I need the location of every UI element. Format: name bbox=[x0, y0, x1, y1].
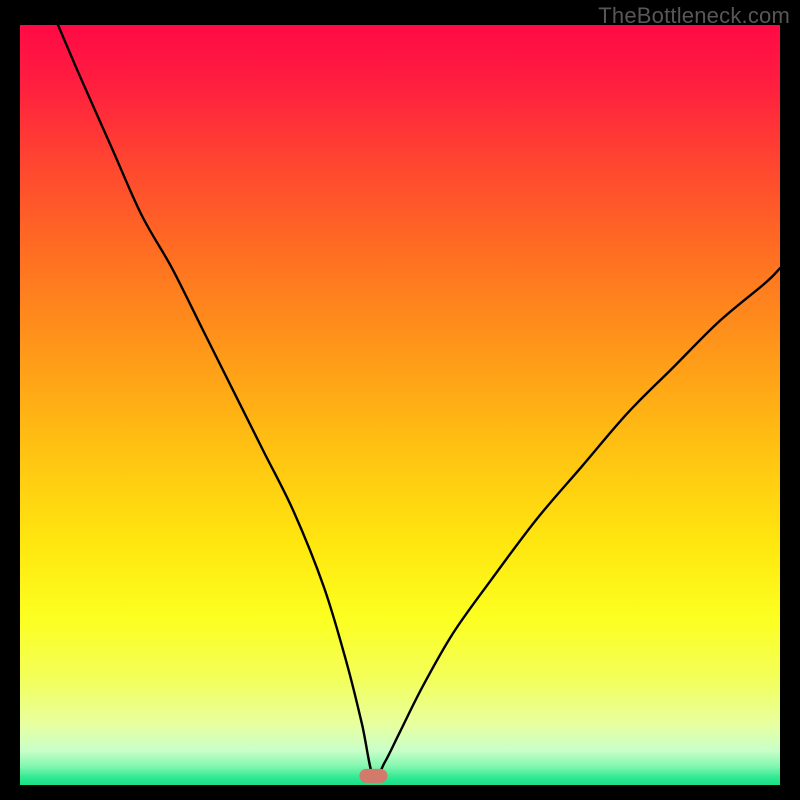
bottleneck-chart bbox=[0, 0, 800, 800]
watermark-label: TheBottleneck.com bbox=[598, 3, 790, 29]
chart-frame: { "watermark": "TheBottleneck.com", "plo… bbox=[0, 0, 800, 800]
gradient-background bbox=[20, 25, 780, 785]
optimal-marker bbox=[359, 769, 387, 783]
